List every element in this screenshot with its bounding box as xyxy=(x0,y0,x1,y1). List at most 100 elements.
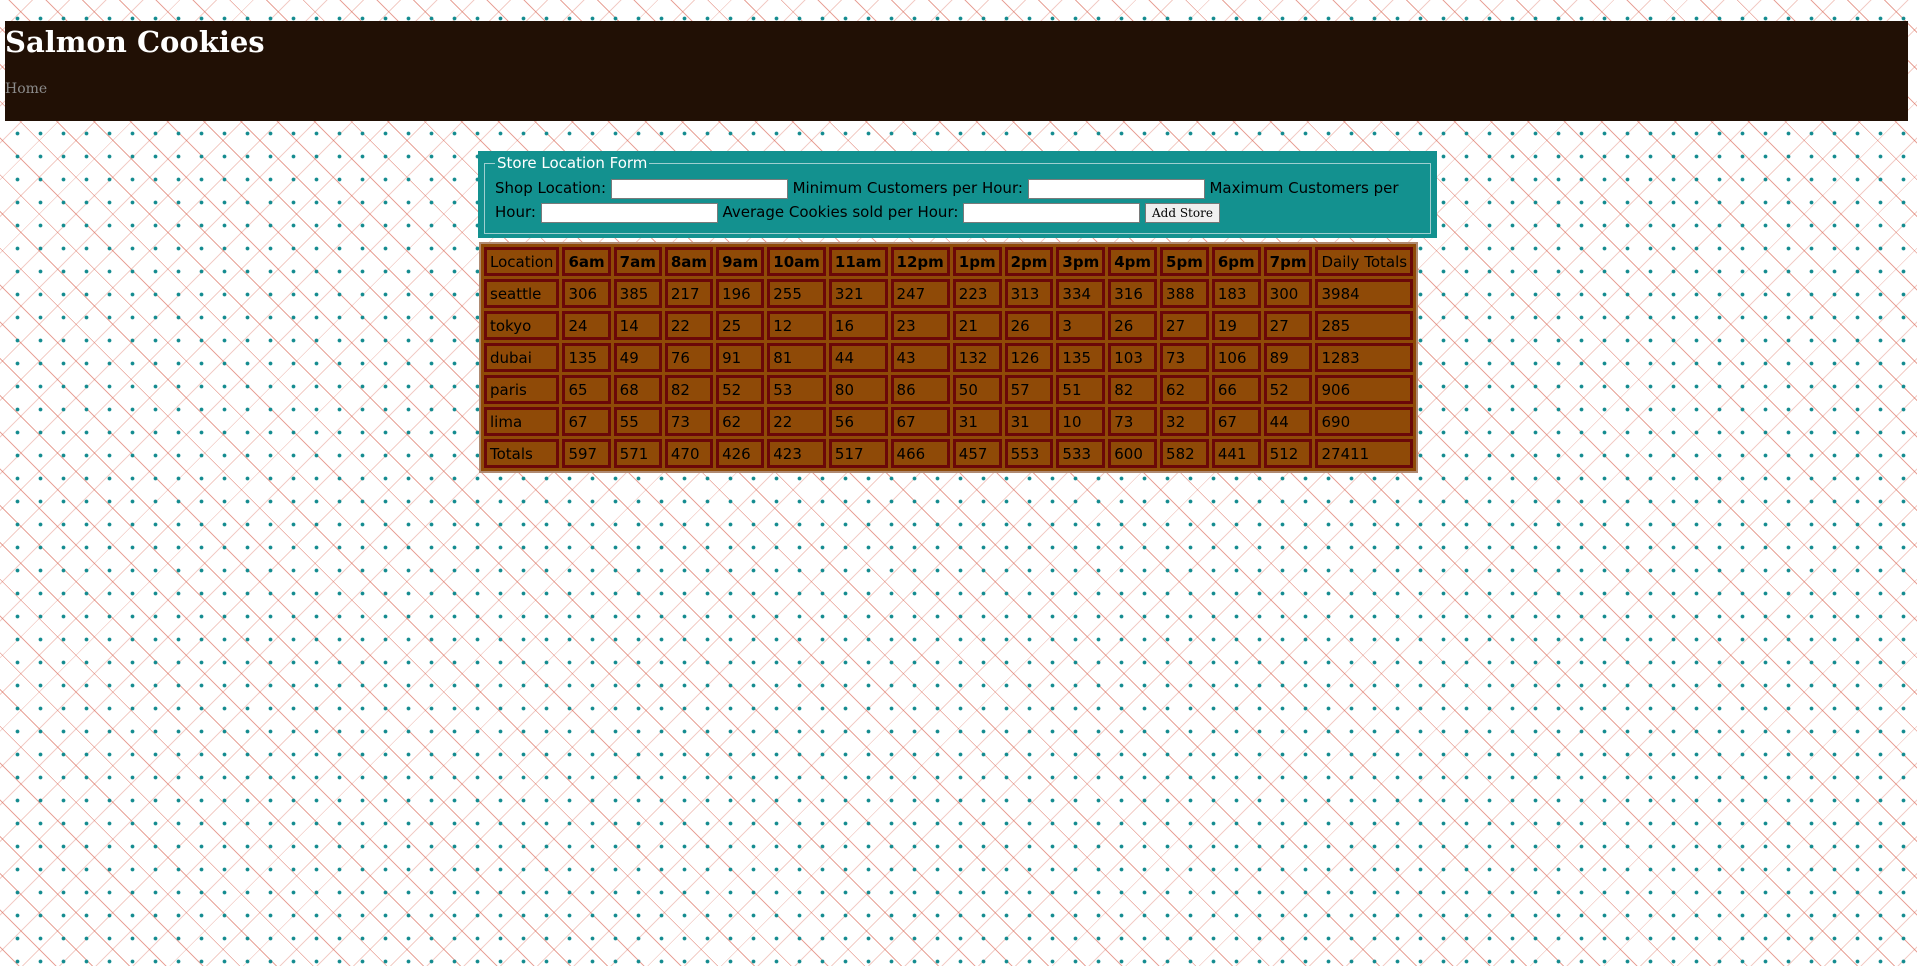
table-cell: 1283 xyxy=(1315,343,1414,372)
table-cell: 466 xyxy=(890,439,950,468)
table-cell: 91 xyxy=(716,343,765,372)
table-cell: 533 xyxy=(1056,439,1106,468)
table-cell: 553 xyxy=(1004,439,1054,468)
table-cell: 31 xyxy=(1004,407,1054,436)
table-cell: 49 xyxy=(613,343,662,372)
table-cell: 68 xyxy=(613,375,662,404)
table-cell: 62 xyxy=(716,407,765,436)
table-cell: 3 xyxy=(1056,311,1106,340)
table-cell: 517 xyxy=(828,439,888,468)
form-legend: Store Location Form xyxy=(497,154,648,172)
table-cell: 470 xyxy=(664,439,714,468)
header-cell: 9am xyxy=(716,247,765,276)
table-cell: 56 xyxy=(828,407,888,436)
shop-location-label: Shop Location: xyxy=(495,179,606,197)
table-cell: 321 xyxy=(828,279,888,308)
min-customers-input[interactable] xyxy=(1027,178,1205,199)
table-cell: 12 xyxy=(767,311,826,340)
max-customers-input[interactable] xyxy=(540,202,718,223)
header-cell: 8am xyxy=(664,247,714,276)
table-cell: 66 xyxy=(1211,375,1261,404)
table-row: dubai 135 49 76 91 81 44 43 132 126 135 … xyxy=(484,343,1414,372)
avg-cookies-input[interactable] xyxy=(963,202,1141,223)
table-cell: 285 xyxy=(1315,311,1414,340)
table-cell: 217 xyxy=(664,279,714,308)
form-fieldset: Store Location Form Shop Location: Minim… xyxy=(484,154,1431,234)
table-cell: 103 xyxy=(1108,343,1158,372)
form-fields: Shop Location: Minimum Customers per Hou… xyxy=(495,176,1424,224)
table-cell: 32 xyxy=(1160,407,1209,436)
table-cell: 16 xyxy=(828,311,888,340)
table-cell: 255 xyxy=(767,279,826,308)
table-cell: 44 xyxy=(828,343,888,372)
table-cell: 57 xyxy=(1004,375,1054,404)
table-cell: 67 xyxy=(562,407,611,436)
table-cell: seattle xyxy=(484,279,560,308)
table-cell: 3984 xyxy=(1315,279,1414,308)
table-cell: 426 xyxy=(716,439,765,468)
store-location-form: Store Location Form Shop Location: Minim… xyxy=(478,151,1437,238)
table-cell: 73 xyxy=(664,407,714,436)
table-cell: 24 xyxy=(562,311,611,340)
table-row: lima 67 55 73 62 22 56 67 31 31 10 73 32… xyxy=(484,407,1414,436)
table-cell: 316 xyxy=(1108,279,1158,308)
table-cell: 81 xyxy=(767,343,826,372)
header-cell: Daily Totals xyxy=(1315,247,1414,276)
table-cell: 19 xyxy=(1211,311,1261,340)
table-row: tokyo 24 14 22 25 12 16 23 21 26 3 26 27… xyxy=(484,311,1414,340)
table-cell: 27 xyxy=(1160,311,1209,340)
table-cell: 388 xyxy=(1160,279,1209,308)
table-cell: 51 xyxy=(1056,375,1106,404)
table-cell: 690 xyxy=(1315,407,1414,436)
header-cell: 10am xyxy=(767,247,826,276)
table-cell: tokyo xyxy=(484,311,560,340)
table-cell: 313 xyxy=(1004,279,1054,308)
table-cell: 512 xyxy=(1263,439,1313,468)
header-cell: 3pm xyxy=(1056,247,1106,276)
table-cell: 86 xyxy=(890,375,950,404)
header-cell: 11am xyxy=(828,247,888,276)
table-cell: 27411 xyxy=(1315,439,1414,468)
table-cell: 183 xyxy=(1211,279,1261,308)
table-cell: paris xyxy=(484,375,560,404)
table-cell: 385 xyxy=(613,279,662,308)
table-cell: 52 xyxy=(1263,375,1313,404)
nav-home-link[interactable]: Home xyxy=(5,81,47,97)
table-cell: 31 xyxy=(952,407,1002,436)
table-cell: 196 xyxy=(716,279,765,308)
add-store-button[interactable]: Add Store xyxy=(1144,202,1220,223)
table-header-row: Location 6am 7am 8am 9am 10am 11am 12pm … xyxy=(484,247,1414,276)
table-cell: 10 xyxy=(1056,407,1106,436)
header-cell: 12pm xyxy=(890,247,950,276)
table-cell: 571 xyxy=(613,439,662,468)
table-cell: 22 xyxy=(767,407,826,436)
table-cell: lima xyxy=(484,407,560,436)
avg-cookies-label: Average Cookies sold per Hour: xyxy=(722,203,959,221)
table-cell: 441 xyxy=(1211,439,1261,468)
table-cell: 67 xyxy=(1211,407,1261,436)
table-cell: 55 xyxy=(613,407,662,436)
table-cell: 600 xyxy=(1108,439,1158,468)
table-cell: 53 xyxy=(767,375,826,404)
table-cell: 82 xyxy=(1108,375,1158,404)
table-cell: 73 xyxy=(1108,407,1158,436)
table-cell: 44 xyxy=(1263,407,1313,436)
header-cell: 7am xyxy=(613,247,662,276)
min-customers-label: Minimum Customers per Hour: xyxy=(792,179,1023,197)
header-cell: 5pm xyxy=(1160,247,1209,276)
shop-location-input[interactable] xyxy=(610,178,788,199)
table-cell: 65 xyxy=(562,375,611,404)
sales-table-wrap: Location 6am 7am 8am 9am 10am 11am 12pm … xyxy=(479,242,1419,473)
table-cell: 73 xyxy=(1160,343,1209,372)
table-cell: 23 xyxy=(890,311,950,340)
table-cell: 26 xyxy=(1004,311,1054,340)
totals-row: Totals 597 571 470 426 423 517 466 457 5… xyxy=(484,439,1414,468)
table-cell: 67 xyxy=(890,407,950,436)
table-cell: 80 xyxy=(828,375,888,404)
header-cell: 6pm xyxy=(1211,247,1261,276)
header-cell: Location xyxy=(484,247,560,276)
table-cell: 106 xyxy=(1211,343,1261,372)
table-cell: 22 xyxy=(664,311,714,340)
table-cell: 423 xyxy=(767,439,826,468)
header-cell: 7pm xyxy=(1263,247,1313,276)
